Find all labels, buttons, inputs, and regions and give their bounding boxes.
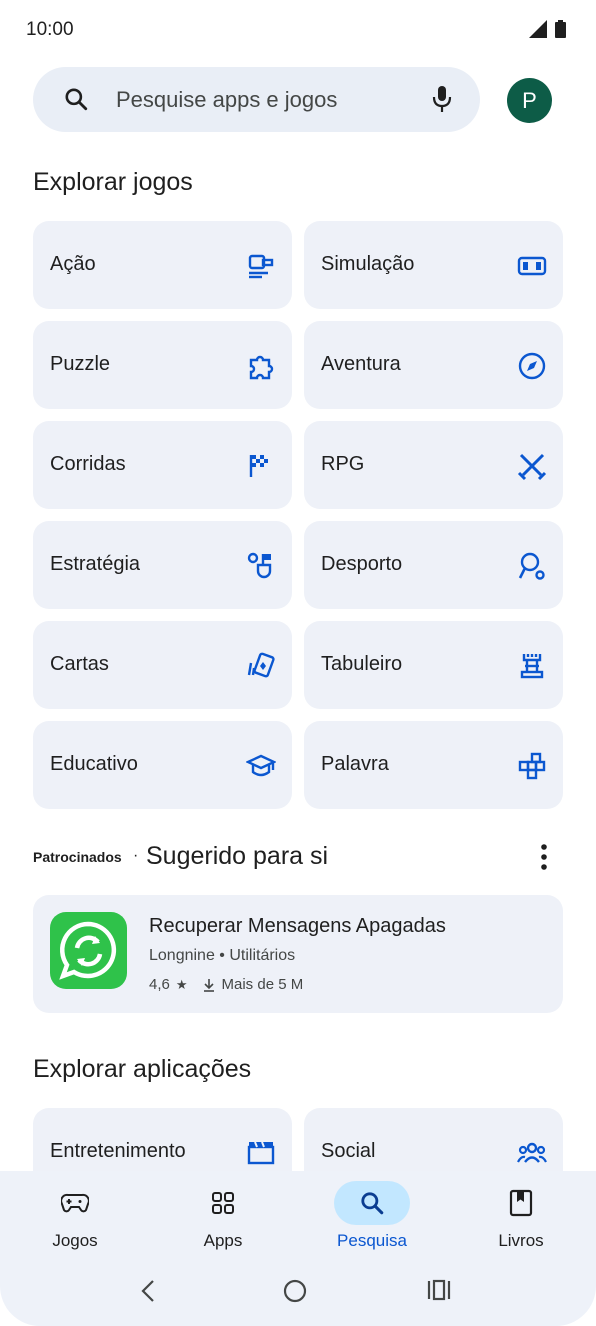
more-options-icon[interactable]	[541, 844, 547, 870]
sponsored-app-card[interactable]: Recuperar Mensagens Apagadas Longnine • …	[33, 895, 563, 1013]
category-label: Simulação	[321, 253, 415, 275]
app-rating: 4,6	[149, 976, 170, 993]
clapperboard-icon	[247, 1141, 275, 1165]
compass-icon	[518, 352, 546, 380]
category-tile-board[interactable]: Tabuleiro	[304, 621, 563, 709]
category-tile-word[interactable]: Palavra	[304, 721, 563, 809]
games-category-grid: Ação Simulação Puzzle Aventura Corridas …	[33, 221, 563, 809]
status-bar: 10:00	[0, 0, 596, 60]
chess-rook-icon	[520, 654, 544, 679]
nav-item-apps[interactable]: Apps	[168, 1181, 278, 1251]
search-input[interactable]: Pesquise apps e jogos	[116, 87, 337, 113]
category-tile-educational[interactable]: Educativo	[33, 721, 292, 809]
category-tile-puzzle[interactable]: Puzzle	[33, 321, 292, 409]
chat-refresh-icon	[59, 921, 117, 980]
checkered-flag-icon	[249, 455, 268, 477]
graduation-cap-icon	[246, 754, 276, 777]
download-icon	[203, 978, 214, 992]
games-section-title: Explorar jogos	[33, 168, 193, 196]
action-game-icon	[248, 254, 274, 279]
category-label: RPG	[321, 453, 365, 475]
app-stats: 4,6 ★ Mais de 5 M	[149, 976, 303, 993]
crossed-swords-icon	[517, 453, 547, 481]
app-developer: Longnine • Utilitários	[149, 947, 296, 964]
sports-icon	[518, 552, 545, 580]
system-navigation	[0, 1272, 596, 1312]
cards-icon	[247, 652, 275, 678]
separator-dot: ·	[133, 847, 139, 864]
battery-icon	[555, 20, 566, 38]
nav-item-search[interactable]: Pesquisa	[317, 1181, 427, 1251]
suggested-title: Sugerido para si	[146, 842, 329, 870]
nav-icon-container	[334, 1181, 410, 1225]
bookmark-book-icon	[509, 1189, 533, 1217]
category-label: Aventura	[321, 353, 401, 375]
category-label: Ação	[50, 253, 96, 275]
app-icon	[50, 912, 127, 989]
profile-avatar[interactable]: P	[507, 78, 552, 123]
star-icon: ★	[175, 976, 188, 992]
status-icons	[529, 20, 566, 38]
nav-icon-container	[483, 1181, 559, 1225]
recents-icon[interactable]	[427, 1279, 451, 1301]
category-tile-strategy[interactable]: Estratégia	[33, 521, 292, 609]
nav-item-books[interactable]: Livros	[466, 1181, 576, 1251]
status-time: 10:00	[26, 19, 74, 40]
microphone-icon[interactable]	[430, 85, 454, 113]
category-tile-sports[interactable]: Desporto	[304, 521, 563, 609]
category-label: Desporto	[321, 553, 403, 575]
category-tile-adventure[interactable]: Aventura	[304, 321, 563, 409]
apps-grid-icon	[212, 1192, 234, 1214]
nav-icon-container	[37, 1181, 113, 1225]
category-label: Social	[321, 1140, 376, 1162]
signal-icon	[529, 20, 547, 38]
simulation-icon	[517, 256, 547, 276]
category-tile-racing[interactable]: Corridas	[33, 421, 292, 509]
category-tile-simulation[interactable]: Simulação	[304, 221, 563, 309]
nav-label-apps: Apps	[203, 1231, 243, 1250]
search-bar[interactable]: Pesquise apps e jogos	[33, 67, 480, 132]
nav-label-games: Jogos	[52, 1231, 98, 1250]
category-label: Entretenimento	[50, 1140, 186, 1162]
category-label: Cartas	[50, 653, 109, 675]
category-label: Estratégia	[50, 553, 141, 575]
category-label: Corridas	[50, 453, 126, 475]
gamepad-icon	[61, 1193, 89, 1213]
nav-item-games[interactable]: Jogos	[20, 1181, 130, 1251]
search-icon	[361, 1192, 384, 1215]
apps-section-title: Explorar aplicações	[33, 1055, 252, 1083]
sponsored-header: Patrocinados · Sugerido para si	[33, 840, 563, 874]
category-label: Tabuleiro	[321, 653, 403, 675]
strategy-icon	[247, 552, 272, 579]
category-label: Puzzle	[50, 353, 111, 375]
category-label: Palavra	[321, 753, 389, 775]
puzzle-icon	[249, 355, 274, 380]
home-icon[interactable]	[283, 1279, 307, 1303]
app-downloads: Mais de 5 M	[221, 976, 304, 993]
word-tiles-icon	[518, 752, 546, 780]
group-icon	[517, 1142, 547, 1163]
category-tile-rpg[interactable]: RPG	[304, 421, 563, 509]
nav-label-search: Pesquisa	[337, 1231, 407, 1250]
category-tile-action[interactable]: Ação	[33, 221, 292, 309]
back-icon[interactable]	[140, 1279, 156, 1303]
category-label: Educativo	[50, 753, 138, 775]
nav-label-books: Livros	[498, 1231, 544, 1250]
search-icon	[65, 88, 88, 111]
category-tile-cards[interactable]: Cartas	[33, 621, 292, 709]
nav-icon-container	[185, 1181, 261, 1225]
sponsored-label: Patrocinados	[33, 849, 122, 865]
app-name: Recuperar Mensagens Apagadas	[149, 915, 446, 937]
